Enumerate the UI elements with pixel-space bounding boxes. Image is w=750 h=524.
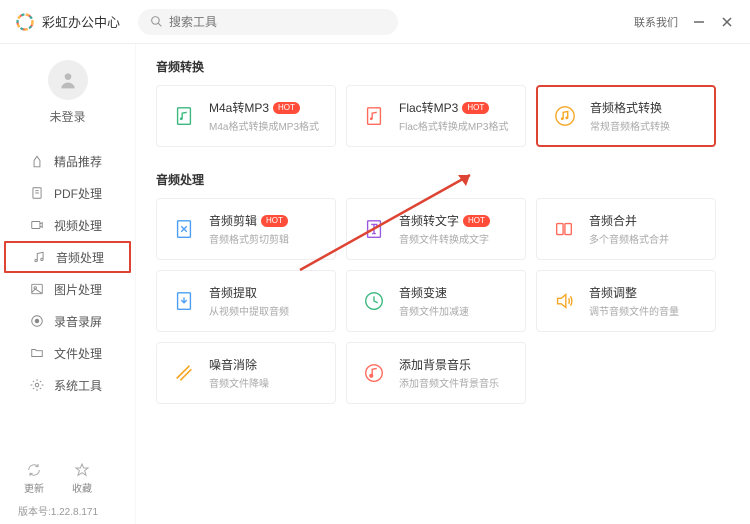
section-title: 音频处理 [156, 171, 730, 188]
card-title: 音频提取 [209, 284, 257, 301]
volume-icon [549, 286, 579, 316]
favorite-label: 收藏 [72, 480, 92, 495]
card-grid: M4a转MP3 HOT M4a格式转换成MP3格式 Flac转MP3 HOT Flac格… [156, 85, 730, 147]
card-title: 音频剪辑 [209, 212, 257, 229]
scissors-icon [169, 214, 199, 244]
hot-badge: HOT [463, 215, 490, 227]
text-icon [359, 214, 389, 244]
sidebar-item-audio[interactable]: 音频处理 [4, 241, 131, 273]
sidebar-item-video[interactable]: 视频处理 [0, 209, 135, 241]
card-desc: 从视频中提取音频 [209, 303, 323, 318]
noise-icon [169, 358, 199, 388]
search-input[interactable] [169, 15, 386, 29]
sidebar-item-label: 文件处理 [54, 345, 102, 362]
sidebar-item-pdf[interactable]: PDF处理 [0, 177, 135, 209]
login-status[interactable]: 未登录 [0, 108, 135, 125]
app-logo-icon [16, 13, 34, 31]
update-button[interactable]: 更新 [24, 462, 44, 495]
card-audio-merge[interactable]: 音频合并多个音频格式合并 [536, 198, 716, 260]
sidebar-item-label: 图片处理 [54, 281, 102, 298]
card-audio-convert[interactable]: 音频格式转换常规音频格式转换 [536, 85, 716, 147]
sidebar-item-file[interactable]: 文件处理 [0, 337, 135, 369]
card-desc: Flac格式转换成MP3格式 [399, 118, 513, 133]
card-title: 噪音消除 [209, 356, 257, 373]
card-add-bgm[interactable]: 添加背景音乐添加音频文件背景音乐 [346, 342, 526, 404]
card-title: 音频变速 [399, 284, 447, 301]
card-title: 音频格式转换 [590, 99, 662, 116]
card-audio-to-text[interactable]: 音频转文字 HOT 音频文件转换成文字 [346, 198, 526, 260]
minimize-button[interactable] [692, 15, 706, 29]
card-title: M4a转MP3 [209, 99, 269, 116]
audio-note-icon [550, 101, 580, 131]
music-add-icon [359, 358, 389, 388]
merge-icon [549, 214, 579, 244]
hot-badge: HOT [273, 102, 300, 114]
card-desc: 常规音频格式转换 [590, 118, 702, 133]
card-desc: 多个音频格式合并 [589, 231, 703, 246]
version-label: 版本号:1.22.8.171 [18, 503, 117, 518]
audio-file-icon [169, 101, 199, 131]
sidebar-nav: 精品推荐 PDF处理 视频处理 音频处理 图片处理 录音录屏 文件处理 系统工具 [0, 145, 135, 401]
section-title: 音频转换 [156, 58, 730, 75]
sidebar-item-label: 系统工具 [54, 377, 102, 394]
card-audio-cut[interactable]: 音频剪辑 HOT 音频格式剪切剪辑 [156, 198, 336, 260]
sidebar-item-system[interactable]: 系统工具 [0, 369, 135, 401]
card-title: 添加背景音乐 [399, 356, 471, 373]
hot-badge: HOT [462, 102, 489, 114]
favorite-button[interactable]: 收藏 [72, 462, 92, 495]
sidebar-item-featured[interactable]: 精品推荐 [0, 145, 135, 177]
contact-link[interactable]: 联系我们 [634, 14, 678, 30]
speed-icon [359, 286, 389, 316]
app-title: 彩虹办公中心 [42, 12, 120, 31]
card-audio-speed[interactable]: 音频变速音频文件加减速 [346, 270, 526, 332]
card-desc: 添加音频文件背景音乐 [399, 375, 513, 390]
close-button[interactable] [720, 15, 734, 29]
sidebar-item-label: 精品推荐 [54, 153, 102, 170]
card-title: 音频调整 [589, 284, 637, 301]
card-title: Flac转MP3 [399, 99, 458, 116]
sidebar-item-label: 录音录屏 [54, 313, 102, 330]
hot-badge: HOT [261, 215, 288, 227]
audio-file-icon [359, 101, 389, 131]
avatar[interactable] [48, 60, 88, 100]
title-bar: 彩虹办公中心 联系我们 [0, 0, 750, 44]
sidebar-bottom: 更新 收藏 版本号:1.22.8.171 [0, 450, 135, 524]
card-desc: 音频文件加减速 [399, 303, 513, 318]
card-grid: 音频剪辑 HOT 音频格式剪切剪辑 音频转文字 HOT 音频文件转换成文字 音频合并多个… [156, 198, 730, 404]
search-icon [150, 15, 163, 28]
sidebar-item-label: 视频处理 [54, 217, 102, 234]
card-noise-remove[interactable]: 噪音消除音频文件降噪 [156, 342, 336, 404]
card-desc: 音频格式剪切剪辑 [209, 231, 323, 246]
sidebar: 未登录 精品推荐 PDF处理 视频处理 音频处理 图片处理 录音录屏 文件处理 … [0, 44, 136, 524]
card-flac-to-mp3[interactable]: Flac转MP3 HOT Flac格式转换成MP3格式 [346, 85, 526, 147]
search-box[interactable] [138, 9, 398, 35]
sidebar-item-record[interactable]: 录音录屏 [0, 305, 135, 337]
card-desc: 调节音频文件的音量 [589, 303, 703, 318]
sidebar-item-label: PDF处理 [54, 185, 102, 202]
card-desc: 音频文件转换成文字 [399, 231, 513, 246]
card-audio-volume[interactable]: 音频调整调节音频文件的音量 [536, 270, 716, 332]
sidebar-item-label: 音频处理 [56, 249, 104, 266]
card-title: 音频转文字 [399, 212, 459, 229]
card-desc: M4a格式转换成MP3格式 [209, 118, 323, 133]
card-m4a-to-mp3[interactable]: M4a转MP3 HOT M4a格式转换成MP3格式 [156, 85, 336, 147]
sidebar-item-image[interactable]: 图片处理 [0, 273, 135, 305]
update-label: 更新 [24, 480, 44, 495]
main-content: 音频转换 M4a转MP3 HOT M4a格式转换成MP3格式 Flac转MP3 HOT… [136, 44, 750, 524]
extract-icon [169, 286, 199, 316]
card-desc: 音频文件降噪 [209, 375, 323, 390]
card-audio-extract[interactable]: 音频提取从视频中提取音频 [156, 270, 336, 332]
card-title: 音频合并 [589, 212, 637, 229]
